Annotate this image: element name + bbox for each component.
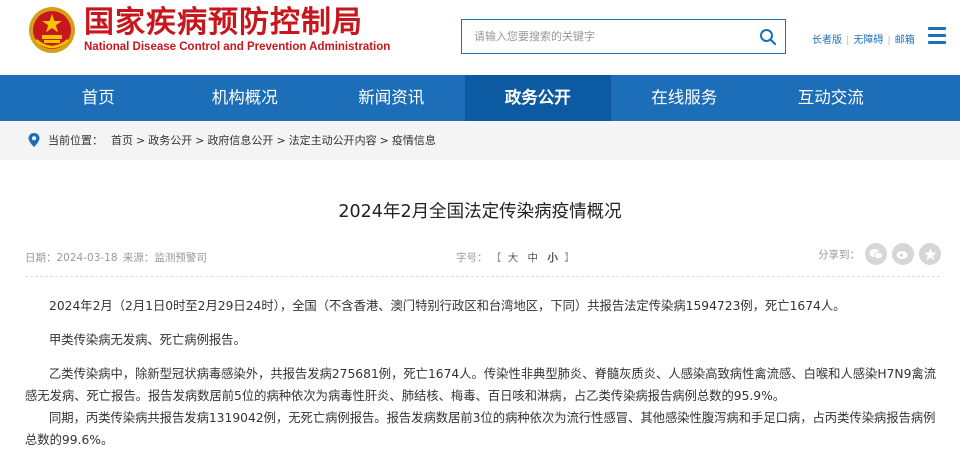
article-title: 2024年2月全国法定传染病疫情概况 [338,202,622,222]
mailbox-link[interactable]: 邮箱 [895,35,915,46]
favorite-star-icon[interactable] [919,243,941,265]
font-bracket-close: 】 [564,252,575,264]
weibo-share-icon[interactable] [892,243,914,265]
main-nav: 首页 机构概况 新闻资讯 政务公开 在线服务 互动交流 [0,75,960,121]
nav-item-government-affairs[interactable]: 政务公开 [464,75,611,121]
search-box [461,19,786,54]
site-title-en: National Disease Control and Prevention … [84,41,391,53]
breadcrumb-government-affairs[interactable]: 政务公开 [148,132,192,148]
font-size-label: 字号： [456,252,488,264]
article-date: 2024-03-18 [56,252,118,264]
article-paragraph: 同期，丙类传染病共报告发病1319042例，无死亡病例报告。报告发病数居前3位的… [25,408,943,451]
paragraph-text: 甲类传染病无发病、死亡病例报告。 [49,333,246,347]
hamburger-menu-icon[interactable] [928,27,946,45]
article-paragraph: 2024年2月（2月1日0时至2月29日24时），全国（不含香港、澳门特别行政区… [25,296,943,318]
font-size-control: 字号： 【 大 中 小 】 [456,250,575,265]
nav-item-online-services[interactable]: 在线服务 [611,75,758,121]
link-separator: | [887,35,891,46]
elder-mode-link[interactable]: 长者版 [812,35,842,46]
nav-item-news[interactable]: 新闻资讯 [318,75,465,121]
nav-item-about[interactable]: 机构概况 [172,75,319,121]
source-label: 来源： [122,252,155,264]
breadcrumb-label: 当前位置： [48,134,103,147]
font-bracket-open: 【 [490,252,502,264]
font-size-small-button[interactable]: 小 [547,252,558,264]
site-logo[interactable]: 国家疾病预防控制局 National Disease Control and P… [28,6,390,54]
breadcrumb-info-disclosure[interactable]: 政府信息公开 [207,132,273,148]
breadcrumb-separator: > [276,133,286,147]
share-label: 分享到： [818,248,860,261]
article-source: 监测预警司 [154,252,207,264]
date-label: 日期： [25,252,57,264]
article-container: 2024年2月全国法定传染病疫情概况 日期：2024-03-18 来源：监测预警… [0,160,960,468]
article-paragraph: 甲类传染病无发病、死亡病例报告。 [25,330,943,352]
breadcrumb: 当前位置： 首页 > 政务公开 > 政府信息公开 > 法定主动公开内容 > 疫情… [0,121,960,159]
article-paragraph: 乙类传染病中，除新型冠状病毒感染外，共报告发病275681例，死亡1674人。传… [25,364,943,407]
paragraph-text: 同期，丙类传染病共报告发病1319042例，无死亡病例报告。报告发病数居前3位的… [25,411,936,447]
breadcrumb-separator: > [136,133,146,147]
nav-item-interaction[interactable]: 互动交流 [758,75,905,121]
site-title-cn: 国家疾病预防控制局 [84,5,363,40]
search-input[interactable] [462,20,751,53]
breadcrumb-statutory-content[interactable]: 法定主动公开内容 [289,132,377,148]
font-size-medium-button[interactable]: 中 [528,252,539,264]
site-header: 国家疾病预防控制局 National Disease Control and P… [0,0,960,75]
font-size-large-button[interactable]: 大 [508,252,519,264]
breadcrumb-separator: > [195,133,205,147]
national-emblem-icon [29,7,75,53]
search-button[interactable] [751,20,785,53]
breadcrumb-epidemic-info[interactable]: 疫情信息 [392,132,436,148]
paragraph-text: 乙类传染病中，除新型冠状病毒感染外，共报告发病275681例，死亡1674人。传… [25,367,937,403]
search-icon [760,28,777,45]
accessibility-link[interactable]: 无障碍 [853,35,883,46]
meta-divider [25,276,940,277]
location-pin-icon [28,133,40,147]
nav-item-home[interactable]: 首页 [25,75,172,121]
breadcrumb-separator: > [379,133,389,147]
link-separator: | [846,35,850,46]
breadcrumb-home[interactable]: 首页 [111,132,133,148]
top-links: 长者版 | 无障碍 | 邮箱 [812,31,915,46]
paragraph-text: 2024年2月（2月1日0时至2月29日24时），全国（不含香港、澳门特别行政区… [49,299,846,313]
share-bar: 分享到： [818,243,941,265]
article-meta: 日期：2024-03-18 来源：监测预警司 [25,250,207,265]
wechat-share-icon[interactable] [865,243,887,265]
